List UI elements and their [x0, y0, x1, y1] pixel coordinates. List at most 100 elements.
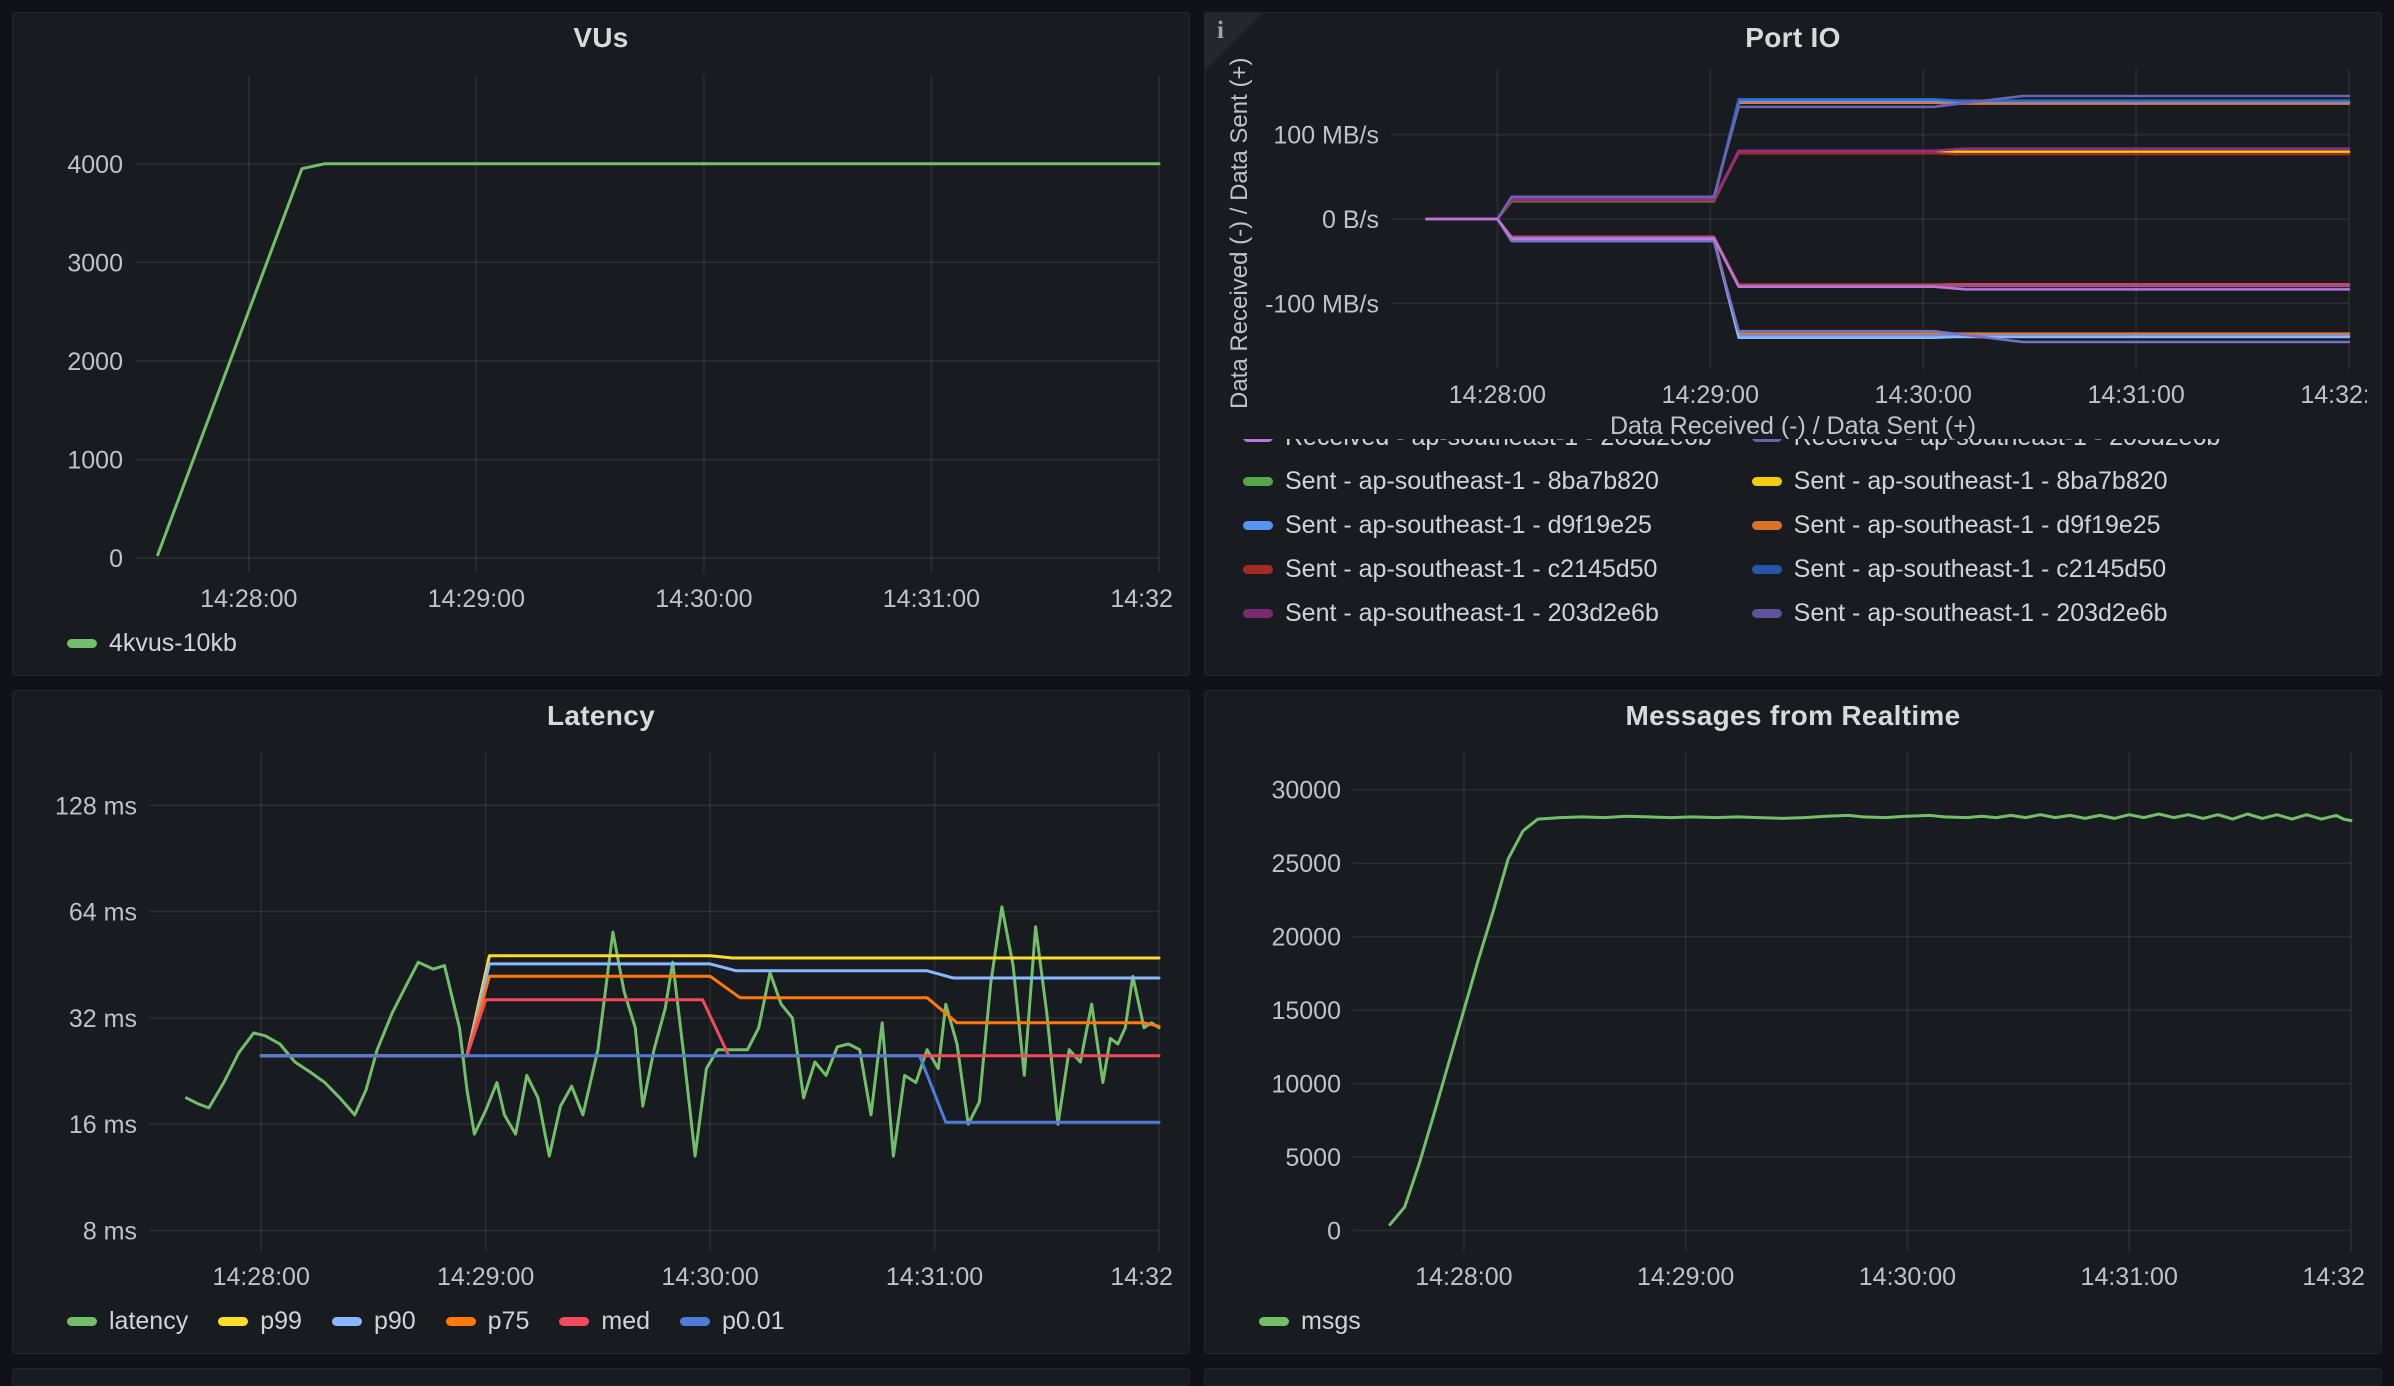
legend-swatch — [1243, 439, 1273, 442]
legend-item[interactable]: 4kvus-10kb — [67, 629, 237, 658]
series-line — [1427, 152, 2350, 219]
legend-item[interactable]: med — [559, 1307, 650, 1336]
panel-title-msgs[interactable]: Messages from Realtime — [1219, 699, 2367, 735]
legend-swatch — [680, 1317, 710, 1326]
legend-label: p0.01 — [722, 1307, 785, 1336]
x-tick-label: 14:28:00 — [1415, 1263, 1512, 1291]
y-tick-label: 16 ms — [69, 1111, 137, 1139]
y-tick-label: 100 MB/s — [1273, 122, 1379, 150]
legend-label: Sent - ap-southeast-1 - c2145d50 — [1285, 555, 1657, 584]
series-line — [186, 907, 1159, 1156]
legend-vus: 4kvus-10kb — [67, 619, 1175, 667]
legend-label: p90 — [374, 1307, 416, 1336]
panel-vus: VUs 0100020003000400014:28:0014:29:0014:… — [12, 12, 1190, 676]
x-tick-label: 14:29:00 — [437, 1263, 534, 1291]
y-tick-label: 15000 — [1271, 997, 1341, 1025]
legend-swatch — [332, 1317, 362, 1326]
legend-swatch — [1259, 1317, 1289, 1326]
legend-label: 4kvus-10kb — [109, 629, 237, 658]
legend-label: Sent - ap-southeast-1 - 203d2e6b — [1285, 599, 1659, 628]
y-tick-label: 128 ms — [55, 792, 137, 820]
legend-swatch — [1243, 609, 1273, 618]
legend-swatch — [559, 1317, 589, 1326]
legend-msgs: msgs — [1259, 1297, 2367, 1345]
legend-item[interactable]: latency — [67, 1307, 188, 1336]
info-icon[interactable]: i — [1217, 17, 1224, 45]
panel-info-corner[interactable] — [1205, 13, 1263, 71]
legend-item[interactable]: Sent - ap-southeast-1 - 203d2e6b — [1243, 591, 1712, 635]
legend-label: Sent - ap-southeast-1 - 203d2e6b — [1794, 599, 2168, 628]
series-line — [1427, 219, 2350, 286]
legend-label: msgs — [1301, 1307, 1361, 1336]
y-tick-label: 10000 — [1271, 1071, 1341, 1099]
legend-swatch — [67, 639, 97, 648]
legend-item[interactable]: Received - ap-southeast-1 - 203d2e6b — [1243, 439, 1712, 459]
series-line — [1427, 149, 2350, 219]
series-line — [158, 164, 1159, 555]
panel-title-vus[interactable]: VUs — [27, 21, 1175, 57]
legend-label: latency — [109, 1307, 188, 1336]
y-tick-label: 2000 — [67, 348, 123, 376]
panel-portio: i Port IO 100 MB/s0 B/s-100 MB/s14:28:00… — [1204, 12, 2382, 676]
chart-portio[interactable]: 100 MB/s0 B/s-100 MB/s14:28:0014:29:0014… — [1219, 57, 2367, 413]
legend-label: Sent - ap-southeast-1 - 8ba7b820 — [1794, 467, 2168, 496]
legend-label: p75 — [488, 1307, 530, 1336]
panel-title-portio[interactable]: Port IO — [1219, 21, 2367, 57]
x-tick-label: 14:30:00 — [655, 585, 752, 613]
chart-vus[interactable]: 0100020003000400014:28:0014:29:0014:30:0… — [27, 57, 1175, 619]
panel-sliver-left — [12, 1368, 1190, 1386]
legend-swatch — [67, 1317, 97, 1326]
y-tick-label: 64 ms — [69, 899, 137, 927]
legend-label: med — [601, 1307, 650, 1336]
legend-item[interactable]: Received - ap-southeast-1 - 203d2e6b — [1752, 439, 2221, 459]
legend-swatch — [1243, 521, 1273, 530]
x-tick-label: 14:31:00 — [2087, 381, 2184, 409]
chart-latency[interactable]: 8 ms16 ms32 ms64 ms128 ms14:28:0014:29:0… — [27, 735, 1175, 1297]
legend-swatch — [1243, 477, 1273, 486]
x-tick-label: 14:30:00 — [1875, 381, 1972, 409]
y-tick-label: 0 — [1327, 1217, 1341, 1245]
y-tick-label: 25000 — [1271, 850, 1341, 878]
x-tick-label: 14:30:00 — [1859, 1263, 1956, 1291]
x-tick-label: 14:28:00 — [1449, 381, 1546, 409]
x-tick-label: 14:32:00 — [1110, 585, 1175, 613]
legend-item[interactable]: Sent - ap-southeast-1 - c2145d50 — [1752, 547, 2221, 591]
legend-item[interactable]: Sent - ap-southeast-1 - 203d2e6b — [1752, 591, 2221, 635]
legend-label: Sent - ap-southeast-1 - d9f19e25 — [1794, 511, 2161, 540]
panel-title-latency[interactable]: Latency — [27, 699, 1175, 735]
legend-item[interactable]: p99 — [218, 1307, 302, 1336]
legend-item[interactable]: Sent - ap-southeast-1 - d9f19e25 — [1243, 503, 1712, 547]
legend-item[interactable]: Sent - ap-southeast-1 - 8ba7b820 — [1243, 459, 1712, 503]
legend-swatch — [1752, 609, 1782, 618]
chart-msgs[interactable]: 05000100001500020000250003000014:28:0014… — [1219, 735, 2367, 1297]
y-tick-label: 8 ms — [83, 1218, 137, 1246]
legend-item[interactable]: Sent - ap-southeast-1 - d9f19e25 — [1752, 503, 2221, 547]
legend-label: Sent - ap-southeast-1 - c2145d50 — [1794, 555, 2166, 584]
x-tick-label: 14:30:00 — [661, 1263, 758, 1291]
panel-msgs: Messages from Realtime 05000100001500020… — [1204, 690, 2382, 1354]
y-tick-label: 3000 — [67, 249, 123, 277]
legend-portio-wrap: Received - ap-southeast-1 - 203d2e6b Rece… — [1243, 439, 2367, 667]
x-tick-label: 14:29:00 — [428, 585, 525, 613]
y-tick-label: 20000 — [1271, 924, 1341, 952]
legend-item[interactable]: p0.01 — [680, 1307, 785, 1336]
x-tick-label: 14:29:00 — [1637, 1263, 1734, 1291]
y-tick-label: 0 — [109, 545, 123, 573]
legend-item[interactable]: p90 — [332, 1307, 416, 1336]
legend-swatch — [1752, 439, 1782, 442]
legend-swatch — [446, 1317, 476, 1326]
legend-swatch — [1752, 521, 1782, 530]
x-tick-label: 14:29:00 — [1662, 381, 1759, 409]
legend-label: Received - ap-southeast-1 - 203d2e6b — [1794, 439, 2221, 452]
legend-item[interactable]: msgs — [1259, 1307, 1361, 1336]
legend-item[interactable]: Sent - ap-southeast-1 - 8ba7b820 — [1752, 459, 2221, 503]
legend-label: Sent - ap-southeast-1 - d9f19e25 — [1285, 511, 1652, 540]
y-tick-label: 1000 — [67, 447, 123, 475]
y-tick-label: -100 MB/s — [1265, 290, 1379, 318]
series-line — [1390, 814, 2351, 1225]
x-tick-label: 14:31:00 — [2081, 1263, 2178, 1291]
legend-item[interactable]: p75 — [446, 1307, 530, 1336]
x-tick-label: 14:32:00 — [2300, 381, 2367, 409]
legend-swatch — [1752, 477, 1782, 486]
legend-item[interactable]: Sent - ap-southeast-1 - c2145d50 — [1243, 547, 1712, 591]
